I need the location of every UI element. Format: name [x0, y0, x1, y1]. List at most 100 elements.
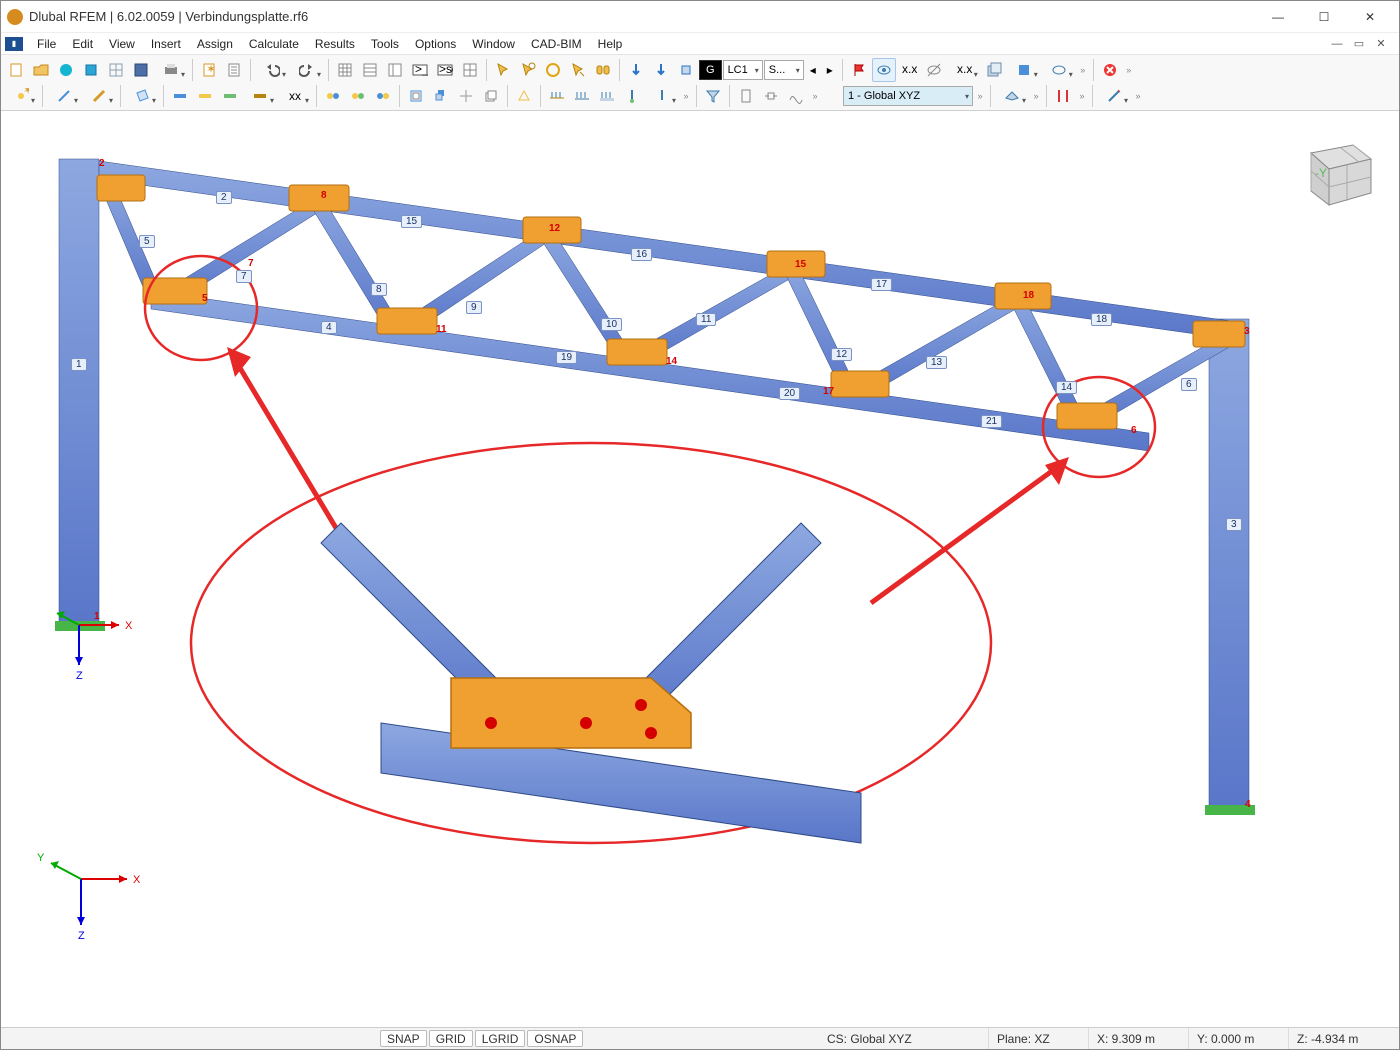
toolbar2-overflow-4[interactable]: » [1030, 91, 1042, 101]
maximize-button[interactable]: ☐ [1301, 2, 1347, 32]
opening-button[interactable] [404, 84, 428, 108]
menu-file[interactable]: File [29, 35, 64, 53]
load3-button[interactable] [595, 84, 619, 108]
close-button[interactable]: ✕ [1347, 2, 1393, 32]
toolbar-overflow-2[interactable]: » [1123, 65, 1135, 75]
loadcase-arrow-button[interactable] [649, 58, 673, 82]
model-viewport[interactable]: -Y [1, 123, 1399, 1027]
mdi-minimize-button[interactable]: — [1329, 36, 1345, 52]
menu-assign[interactable]: Assign [189, 35, 241, 53]
toolbar2-overflow-5[interactable]: » [1076, 91, 1088, 101]
load4-button[interactable] [620, 84, 644, 108]
new-line-button[interactable] [47, 84, 81, 108]
toolbar2-overflow-2[interactable]: » [809, 91, 821, 101]
loads-display-button[interactable] [674, 58, 698, 82]
filter-button[interactable] [701, 84, 725, 108]
menu-insert[interactable]: Insert [143, 35, 189, 53]
select-related-button[interactable] [516, 58, 540, 82]
prev-loadcase-button[interactable]: ◂ [805, 58, 821, 82]
support1-button[interactable] [512, 84, 536, 108]
view-all-button[interactable] [1042, 58, 1076, 82]
connect3-button[interactable] [371, 84, 395, 108]
workplane-button[interactable] [995, 84, 1029, 108]
beam2-button[interactable] [193, 84, 217, 108]
transparency-button[interactable] [982, 58, 1006, 82]
show-values-button[interactable]: x.xx [897, 58, 921, 82]
menu-options[interactable]: Options [407, 35, 464, 53]
open-button[interactable] [29, 58, 53, 82]
copy-obj-button[interactable] [479, 84, 503, 108]
new-member-button[interactable] [82, 84, 116, 108]
command-line-button[interactable]: >_ [408, 58, 432, 82]
beam1-button[interactable] [168, 84, 192, 108]
new-node-button[interactable]: ✶ [4, 84, 38, 108]
curve-button[interactable] [784, 84, 808, 108]
navigator-button[interactable] [383, 58, 407, 82]
menu-edit[interactable]: Edit [64, 35, 101, 53]
status-osnap[interactable]: OSNAP [527, 1030, 583, 1047]
load5-button[interactable] [645, 84, 679, 108]
menu-view[interactable]: View [101, 35, 143, 53]
load2-button[interactable] [570, 84, 594, 108]
model-data-button[interactable] [104, 58, 128, 82]
save-button[interactable] [129, 58, 153, 82]
guide-lines-button[interactable] [1051, 84, 1075, 108]
beam3-button[interactable] [218, 84, 242, 108]
coord-system-combo[interactable]: 1 - Global XYZ [843, 86, 973, 106]
view-mode-button[interactable] [872, 58, 896, 82]
toolbar2-overflow-1[interactable]: » [680, 91, 692, 101]
mdi-close-button[interactable]: ✕ [1373, 36, 1389, 52]
toolbar2-overflow-3[interactable]: » [974, 91, 986, 101]
app-icon[interactable]: ▮ [5, 37, 23, 51]
beam4-button[interactable] [243, 84, 277, 108]
menu-help[interactable]: Help [590, 35, 631, 53]
dim-ortho-button[interactable] [734, 84, 758, 108]
design-situation-combo[interactable]: S... [764, 60, 804, 80]
colors-button[interactable] [1007, 58, 1041, 82]
new-surface-button[interactable] [125, 84, 159, 108]
loadcase-info-button[interactable] [624, 58, 648, 82]
dim-chain-button[interactable] [759, 84, 783, 108]
section-button[interactable]: xx [278, 84, 312, 108]
load1-button[interactable] [545, 84, 569, 108]
minimize-button[interactable]: — [1255, 2, 1301, 32]
cloud-button[interactable] [54, 58, 78, 82]
next-loadcase-button[interactable]: ▸ [822, 58, 838, 82]
axis-button[interactable] [454, 84, 478, 108]
report-button[interactable] [222, 58, 246, 82]
delete-button[interactable] [1098, 58, 1122, 82]
connect2-button[interactable] [346, 84, 370, 108]
toolbar2-overflow-6[interactable]: » [1132, 91, 1144, 101]
find-button[interactable] [591, 58, 615, 82]
loadcase-combo[interactable]: LC1 [723, 60, 763, 80]
table-all-button[interactable] [358, 58, 382, 82]
connect1-button[interactable] [321, 84, 345, 108]
status-lgrid[interactable]: LGRID [475, 1030, 526, 1047]
solid-button[interactable] [429, 84, 453, 108]
status-snap[interactable]: SNAP [380, 1030, 427, 1047]
result-detail-button[interactable]: x.xxx [947, 58, 981, 82]
select-button[interactable] [491, 58, 515, 82]
print-button[interactable] [154, 58, 188, 82]
panel-button[interactable] [458, 58, 482, 82]
new-section-button[interactable]: ✶ [197, 58, 221, 82]
menu-results[interactable]: Results [307, 35, 363, 53]
select-special-button[interactable] [566, 58, 590, 82]
hide-button[interactable] [922, 58, 946, 82]
table-nodes-button[interactable] [333, 58, 357, 82]
undo-button[interactable] [255, 58, 289, 82]
redo-button[interactable] [290, 58, 324, 82]
measure-button[interactable] [1097, 84, 1131, 108]
menu-tools[interactable]: Tools [363, 35, 407, 53]
script-button[interactable]: >sc [433, 58, 457, 82]
block-manager-button[interactable] [79, 58, 103, 82]
select-circle-button[interactable] [541, 58, 565, 82]
menu-cad-bim[interactable]: CAD-BIM [523, 35, 590, 53]
show-results-button[interactable] [847, 58, 871, 82]
mdi-restore-button[interactable]: ▭ [1351, 36, 1367, 52]
status-grid[interactable]: GRID [429, 1030, 473, 1047]
toolbar-overflow[interactable]: » [1077, 65, 1089, 75]
menu-window[interactable]: Window [464, 35, 523, 53]
menu-calculate[interactable]: Calculate [241, 35, 307, 53]
new-button[interactable] [4, 58, 28, 82]
